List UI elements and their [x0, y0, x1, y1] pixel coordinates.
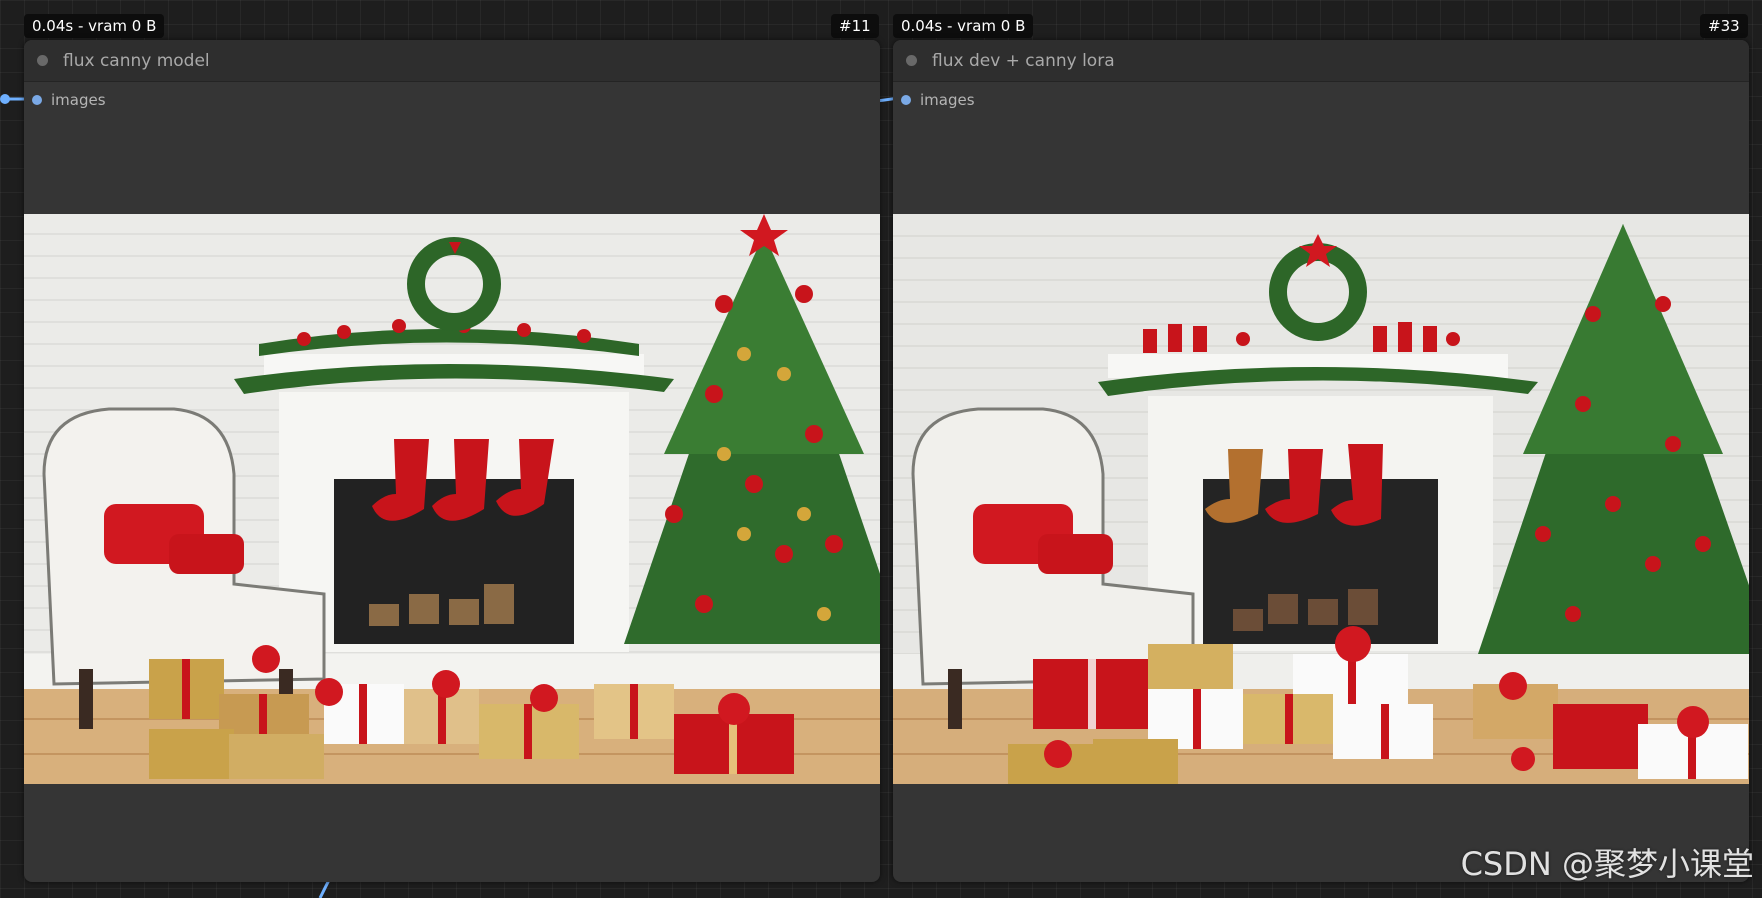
node-flux-dev-canny-lora[interactable]: flux dev + canny lora images [893, 40, 1749, 882]
input-slot-images[interactable]: images [893, 82, 1749, 118]
node-header[interactable]: flux dev + canny lora [893, 40, 1749, 82]
workflow-canvas[interactable]: 0.04s - vram 0 B #11 flux canny model im… [0, 0, 1762, 898]
node-title: flux canny model [63, 50, 210, 71]
execution-time-badge: 0.04s - vram 0 B [893, 14, 1034, 38]
input-slot-images[interactable]: images [24, 82, 880, 118]
node-title: flux dev + canny lora [932, 50, 1115, 71]
watermark-text: CSDN @聚梦小课堂 [1460, 845, 1754, 883]
christmas-scene-image [893, 214, 1749, 784]
slot-label: images [51, 91, 106, 109]
input-socket-icon[interactable] [32, 95, 42, 105]
execution-time-badge: 0.04s - vram 0 B [24, 14, 165, 38]
collapse-dot-icon[interactable] [906, 55, 917, 66]
collapse-dot-icon[interactable] [37, 55, 48, 66]
christmas-scene-image [24, 214, 880, 784]
node-flux-canny-model[interactable]: flux canny model images [24, 40, 880, 882]
node-id-badge: #33 [1700, 14, 1748, 38]
slot-label: images [920, 91, 975, 109]
node-header[interactable]: flux canny model [24, 40, 880, 82]
input-socket-icon[interactable] [901, 95, 911, 105]
node-id-badge: #11 [831, 14, 879, 38]
